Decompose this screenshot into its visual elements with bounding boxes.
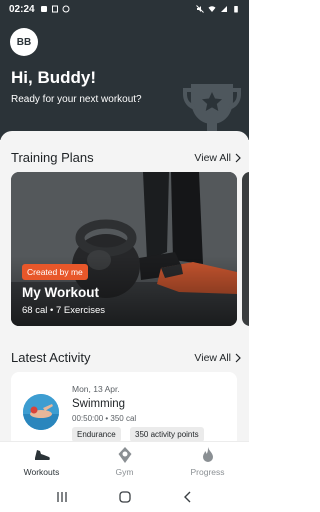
plan-title: My Workout: [22, 285, 99, 300]
latest-activity-title: Latest Activity: [11, 350, 91, 365]
bottom-nav: Workouts Gym Progress: [0, 441, 249, 481]
status-time: 02:24: [9, 3, 35, 15]
recent-apps-icon[interactable]: [55, 490, 69, 504]
view-all-label: View All: [194, 352, 231, 364]
activity-date: Mon, 13 Apr.: [72, 384, 120, 394]
home-icon[interactable]: [118, 490, 132, 504]
next-plan-card-peek[interactable]: [242, 172, 249, 326]
training-plan-card[interactable]: Created by me My Workout 68 cal • 7 Exer…: [11, 172, 237, 326]
header: BB Hi, Buddy! Ready for your next workou…: [0, 18, 249, 140]
plan-meta: 68 cal • 7 Exercises: [22, 305, 106, 316]
shoe-icon: [34, 450, 50, 460]
training-plans-view-all-button[interactable]: View All: [194, 152, 241, 164]
view-all-label: View All: [194, 152, 231, 164]
mute-icon: [196, 5, 204, 13]
download-notification-icon: [51, 5, 58, 13]
training-plans-title: Training Plans: [11, 150, 94, 165]
nav-item-progress[interactable]: Progress: [166, 442, 249, 481]
greeting-title: Hi, Buddy!: [11, 68, 96, 87]
wifi-icon: [208, 6, 216, 12]
flame-icon: [202, 447, 213, 462]
activity-name: Swimming: [72, 398, 126, 410]
swimming-photo: [23, 394, 59, 430]
content-sheet: Training Plans View All Created by me My…: [0, 131, 249, 441]
sync-notification-icon: [62, 5, 70, 13]
nav-label: Workouts: [23, 467, 60, 477]
message-notification-icon: [40, 6, 47, 12]
latest-activity-view-all-button[interactable]: View All: [194, 352, 241, 364]
created-by-me-badge: Created by me: [22, 264, 88, 280]
chevron-right-icon: [235, 153, 241, 163]
chevron-right-icon: [235, 353, 241, 363]
nav-item-gym[interactable]: Gym: [83, 442, 166, 481]
greeting-subtitle: Ready for your next workout?: [11, 94, 142, 105]
battery-icon: [234, 6, 238, 13]
status-bar: 02:24: [0, 0, 249, 18]
activity-points-badge: 350 activity points: [130, 427, 204, 441]
signal-icon: [221, 6, 227, 12]
nav-label: Progress: [190, 467, 225, 477]
activity-card[interactable]: Mon, 13 Apr. Swimming 00:50:00 • 350 cal…: [11, 372, 237, 441]
activity-meta: 00:50:00 • 350 cal: [72, 414, 137, 423]
location-pin-icon: [118, 447, 131, 463]
avatar[interactable]: BB: [10, 28, 38, 56]
nav-item-workouts[interactable]: Workouts: [0, 442, 83, 481]
back-icon[interactable]: [181, 490, 195, 504]
system-nav-bar: [0, 481, 249, 512]
endurance-badge: Endurance: [72, 427, 121, 441]
nav-label: Gym: [115, 467, 134, 477]
